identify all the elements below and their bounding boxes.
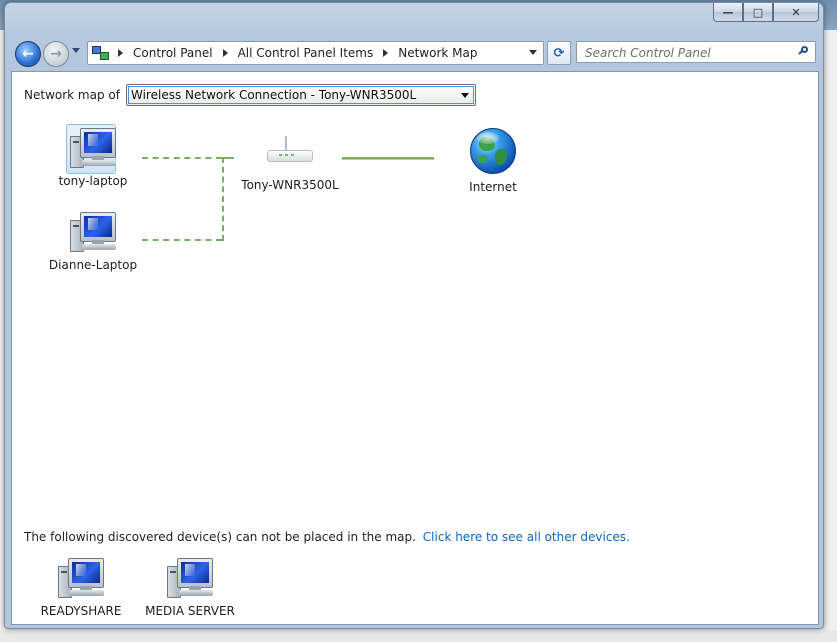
network-map-pane: Network map of Wireless Network Connecti… <box>11 71 819 625</box>
maximize-button[interactable]: □ <box>743 3 773 22</box>
discovered-device-readyshare[interactable]: READYSHARE <box>36 556 126 618</box>
device-label: Tony-WNR3500L <box>241 178 339 192</box>
recent-pages-dropdown-icon[interactable] <box>72 48 80 53</box>
back-button[interactable]: ← <box>15 41 41 67</box>
connection-select[interactable]: Wireless Network Connection - Tony-WNR35… <box>126 84 476 106</box>
router-tony-wnr3500l[interactable]: Tony-WNR3500L <box>240 136 340 192</box>
computer-tony-laptop[interactable]: tony-laptop <box>56 124 130 188</box>
device-label: MEDIA SERVER <box>145 604 235 618</box>
wireless-connection-line <box>142 239 222 241</box>
chevron-right-icon[interactable] <box>383 49 389 57</box>
computer-icon <box>165 556 215 602</box>
forward-button[interactable]: → <box>43 41 69 67</box>
connection-select-value: Wireless Network Connection - Tony-WNR35… <box>131 88 417 102</box>
address-bar[interactable]: Control Panel All Control Panel Items Ne… <box>87 41 544 65</box>
navigation-bar: ← → Control Panel All Control Panel Item… <box>11 39 817 67</box>
computer-icon <box>56 556 106 602</box>
search-input[interactable] <box>583 44 787 62</box>
minimize-button[interactable]: — <box>713 3 743 22</box>
network-map-label: Network map of <box>24 88 120 102</box>
breadcrumb-network-map[interactable]: Network Map <box>398 46 477 60</box>
discovered-devices-message: The following discovered device(s) can n… <box>24 530 630 544</box>
caption-buttons: — □ ✕ <box>713 3 819 22</box>
globe-icon <box>470 128 516 174</box>
breadcrumb-control-panel[interactable]: Control Panel <box>133 46 213 60</box>
close-button[interactable]: ✕ <box>773 3 819 22</box>
network-icon <box>92 46 109 60</box>
computer-icon <box>66 124 118 174</box>
device-label: tony-laptop <box>58 174 128 188</box>
search-icon[interactable] <box>798 46 810 57</box>
discovered-device-media-server[interactable]: MEDIA SERVER <box>140 556 240 618</box>
router-icon <box>265 136 315 170</box>
network-map-window: — □ ✕ ← → Control Panel All Control Pane… <box>4 2 824 629</box>
see-all-devices-link[interactable]: Click here to see all other devices. <box>423 530 630 544</box>
device-label: Dianne-Laptop <box>48 258 138 272</box>
chevron-right-icon[interactable] <box>118 49 123 57</box>
computer-icon <box>68 210 118 256</box>
wireless-connection-line <box>142 157 222 159</box>
computer-dianne-laptop[interactable]: Dianne-Laptop <box>48 210 138 272</box>
dropdown-arrow-icon <box>461 93 469 98</box>
wireless-connection-line <box>222 157 224 241</box>
breadcrumb-all-control-panel-items[interactable]: All Control Panel Items <box>238 46 374 60</box>
internet-node[interactable]: Internet <box>458 128 528 194</box>
address-dropdown-icon[interactable] <box>529 50 537 55</box>
device-label: Internet <box>469 180 517 194</box>
wired-connection-line <box>342 157 434 159</box>
discovered-message-text: The following discovered device(s) can n… <box>24 530 416 544</box>
refresh-button[interactable]: ⟳ <box>547 41 571 65</box>
device-label: READYSHARE <box>40 604 122 618</box>
search-box[interactable] <box>576 41 816 63</box>
chevron-right-icon[interactable] <box>222 49 228 57</box>
